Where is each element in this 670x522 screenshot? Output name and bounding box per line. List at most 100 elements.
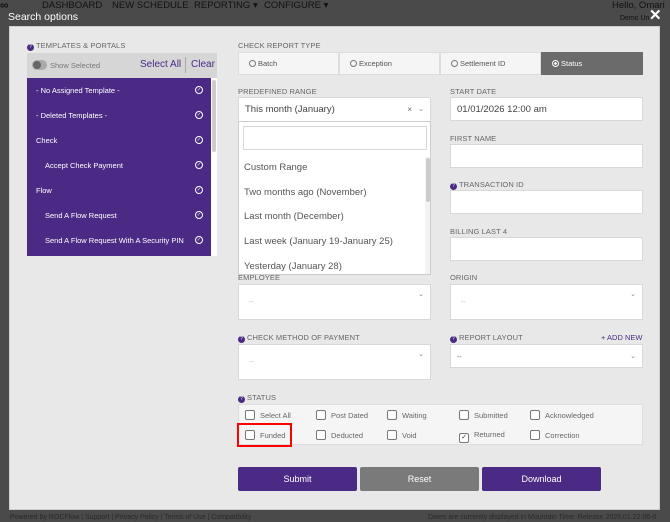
show-selected-toggle[interactable] [32, 60, 47, 70]
layout-label: ? REPORT LAYOUT [450, 333, 523, 343]
check-circle-icon: ✓ [195, 136, 203, 144]
checkbox-icon [316, 430, 326, 440]
range-option[interactable]: Last week (January 19-January 25) [244, 236, 393, 247]
dropdown-scrollbar[interactable] [425, 157, 430, 274]
status-checkbox-void[interactable]: Void [387, 430, 417, 441]
layout-label-text: REPORT LAYOUT [459, 333, 523, 342]
footer-info: Dates are currently displayed in Mountai… [428, 514, 657, 521]
layout-select[interactable]: -- ⌄ [450, 344, 643, 368]
employee-select[interactable]: -- ⌄ [238, 284, 431, 320]
status-checkbox-post-dated[interactable]: Post Dated [316, 410, 368, 421]
checkbox-label: Deducted [331, 431, 364, 440]
nav-configure[interactable]: CONFIGURE ▾ [264, 0, 328, 11]
checkbox-icon [245, 410, 255, 420]
radio-icon [249, 60, 256, 67]
template-item[interactable]: Flow ✓ [27, 178, 211, 203]
status-checkbox-acknowledged[interactable]: Acknowledged [530, 410, 594, 421]
check-circle-icon: ✓ [195, 86, 203, 94]
transaction-id-label: ? TRANSACTION ID [450, 180, 524, 190]
origin-select[interactable]: -- ⌄ [450, 284, 643, 320]
first-name-input[interactable] [450, 144, 643, 168]
predefined-range-select[interactable]: This month (January) × ⌄ [238, 97, 431, 122]
logo-icon: ∞ [0, 0, 9, 12]
footer-links[interactable]: Powered by ROCFlow | Support | Privacy P… [10, 514, 251, 521]
range-option[interactable]: Last month (December) [244, 211, 344, 222]
template-item[interactable]: - Deleted Templates - ✓ [27, 103, 211, 128]
check-circle-icon: ✓ [195, 236, 203, 244]
template-item[interactable]: Send A Flow Request ✓ [27, 203, 211, 228]
status-checkbox-correction[interactable]: Correction [530, 430, 580, 441]
template-item-label: Flow [36, 186, 52, 195]
report-type-label: Status [561, 59, 583, 68]
download-button[interactable]: Download [482, 467, 601, 491]
predefined-range-value: This month (January) [245, 104, 335, 115]
check-circle-icon: ✓ [195, 211, 203, 219]
checkbox-icon: ✓ [459, 433, 469, 443]
top-nav: ∞ DASHBOARD NEW SCHEDULE REPORTING ▾ CON… [0, 0, 670, 22]
checkbox-icon [387, 430, 397, 440]
status-checkbox-select-all[interactable]: Select All [245, 410, 291, 421]
template-item-label: Accept Check Payment [45, 161, 123, 170]
range-option[interactable]: Yesterday (January 28) [244, 261, 342, 272]
checkbox-icon [387, 410, 397, 420]
chevron-down-icon[interactable]: ⌄ [418, 98, 424, 121]
template-item[interactable]: Check ✓ [27, 128, 211, 153]
status-checkbox-waiting[interactable]: Waiting [387, 410, 427, 421]
org-name: Demo Un [620, 15, 650, 22]
help-icon[interactable]: ? [238, 396, 245, 403]
chevron-down-icon: ⌄ [630, 353, 636, 360]
range-option[interactable]: Two months ago (November) [244, 187, 367, 198]
billing-last4-label: BILLING LAST 4 [450, 227, 508, 236]
help-icon[interactable]: ? [450, 183, 457, 190]
report-type-label: CHECK REPORT TYPE [238, 41, 321, 50]
range-search-input[interactable] [243, 126, 427, 150]
chevron-down-icon: ⌄ [418, 351, 424, 358]
templates-label-text: TEMPLATES & PORTALS [36, 41, 126, 50]
template-item-label: - No Assigned Template - [36, 86, 120, 95]
footer: Powered by ROCFlow | Support | Privacy P… [0, 510, 670, 522]
template-item-label: Check [36, 136, 58, 145]
checkbox-label: Select All [260, 411, 291, 420]
nav-dashboard[interactable]: DASHBOARD [42, 0, 102, 11]
nav-new-schedule[interactable]: NEW SCHEDULE [112, 0, 189, 11]
help-icon[interactable]: ? [27, 44, 34, 51]
radio-icon [552, 60, 559, 67]
transaction-id-input[interactable] [450, 190, 643, 214]
report-type-label: Settlement ID [460, 59, 506, 68]
submit-button[interactable]: Submit [238, 467, 357, 491]
checkbox-label: Submitted [474, 411, 508, 420]
report-type-batch[interactable]: Batch [238, 52, 339, 75]
status-checkbox-returned[interactable]: ✓ Returned [459, 430, 505, 443]
select-all-link[interactable]: Select All [140, 59, 181, 70]
status-checkbox-submitted[interactable]: Submitted [459, 410, 508, 421]
templates-scrollbar[interactable] [211, 78, 217, 256]
add-new-layout-link[interactable]: + ADD NEW [601, 333, 642, 342]
clear-icon[interactable]: × [407, 98, 412, 121]
close-icon[interactable]: ✕ [649, 6, 662, 24]
show-selected-label: Show Selected [50, 61, 101, 70]
method-select[interactable]: -- ⌄ [238, 344, 431, 380]
help-icon[interactable]: ? [238, 336, 245, 343]
billing-last4-input[interactable] [450, 237, 643, 261]
template-item[interactable]: - No Assigned Template - ✓ [27, 78, 211, 103]
radio-icon [451, 60, 458, 67]
template-item[interactable]: Send A Flow Request With A Security PIN ✓ [27, 228, 211, 253]
help-icon[interactable]: ? [450, 336, 457, 343]
range-option[interactable]: Custom Range [244, 162, 307, 173]
nav-reporting[interactable]: REPORTING ▾ [194, 0, 258, 11]
templates-header: Show Selected Select All Clear [27, 53, 217, 78]
report-type-settlement-id[interactable]: Settlement ID [440, 52, 541, 75]
predefined-range-dropdown: Custom Range Two months ago (November) Las… [238, 121, 431, 275]
reset-button[interactable]: Reset [360, 467, 479, 491]
start-date-input[interactable]: 01/01/2026 12:00 am [450, 97, 643, 121]
template-item-label: Send A Flow Request [45, 211, 117, 220]
template-item[interactable]: Accept Check Payment ✓ [27, 153, 211, 178]
status-checkbox-deducted[interactable]: Deducted [316, 430, 363, 441]
report-type-exception[interactable]: Exception [339, 52, 440, 75]
clear-link[interactable]: Clear [191, 59, 215, 70]
report-type-label: Exception [359, 59, 392, 68]
chevron-down-icon: ⌄ [418, 291, 424, 298]
first-name-label: FIRST NAME [450, 134, 497, 143]
template-item-label: Send A Flow Request With A Security PIN [45, 236, 184, 245]
report-type-status[interactable]: Status [541, 52, 643, 75]
